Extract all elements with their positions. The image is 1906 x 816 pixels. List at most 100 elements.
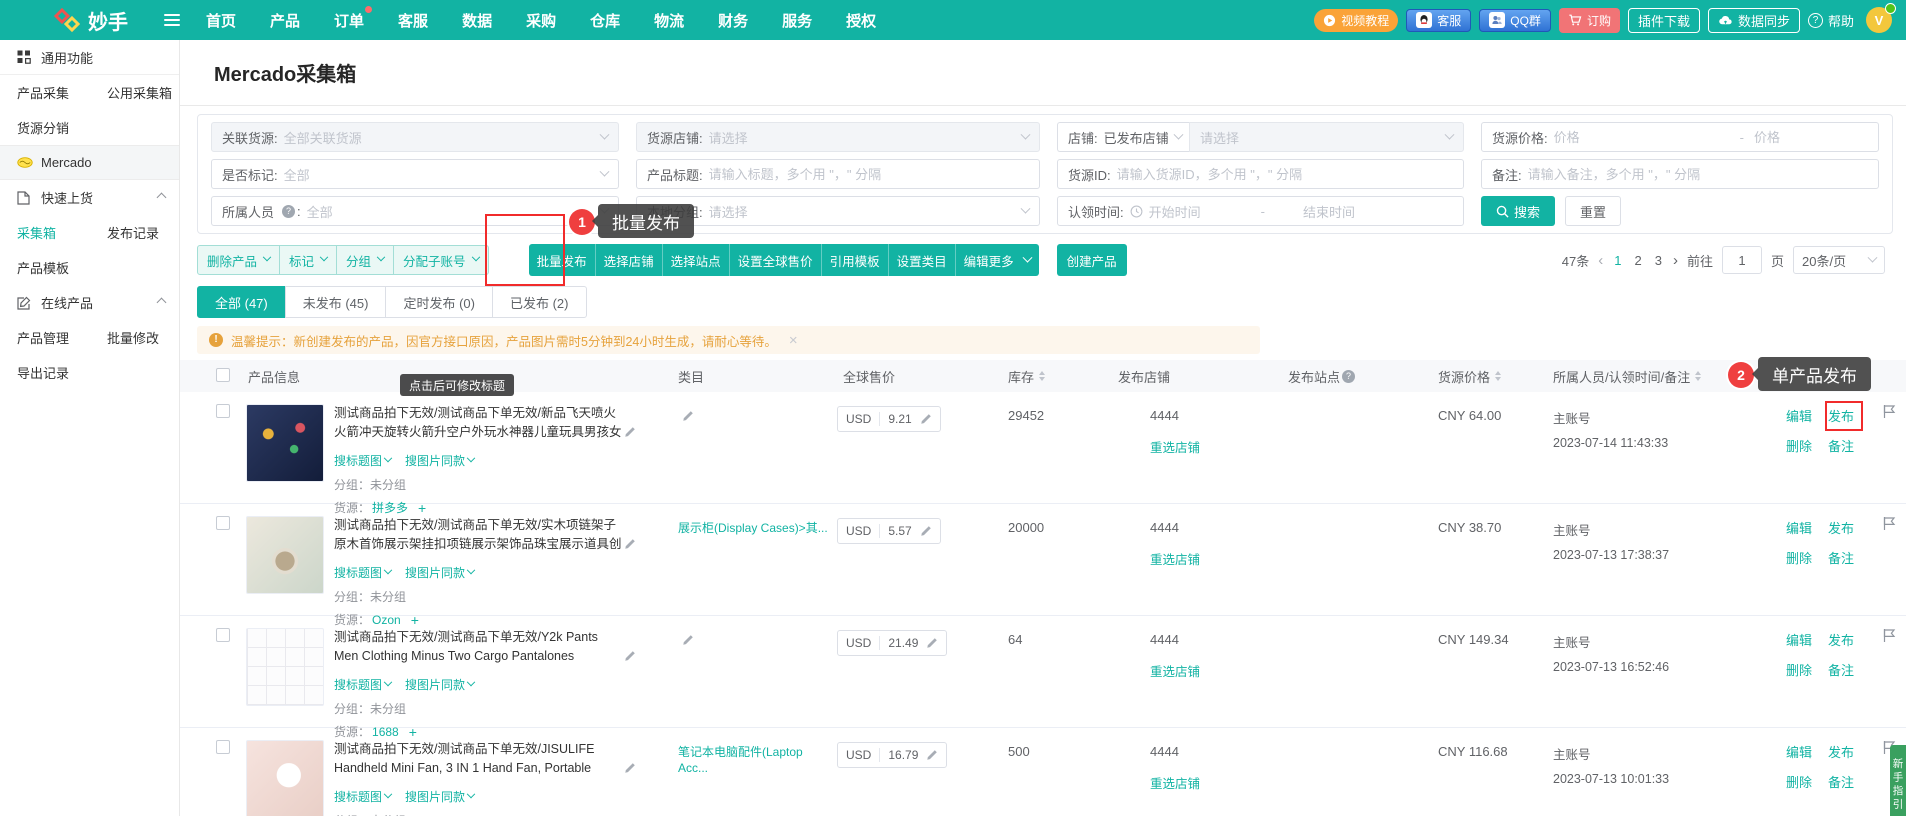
flag-icon[interactable]: [1882, 628, 1906, 643]
price-min-input[interactable]: [1554, 130, 1730, 145]
select-site-button[interactable]: 选择站点: [663, 244, 730, 276]
global-price-box[interactable]: USD 16.79: [837, 742, 947, 768]
search-by-title-link[interactable]: 搜标题图: [334, 452, 391, 469]
source-price-range[interactable]: 货源价格: - 元: [1481, 122, 1879, 152]
edit-title-icon[interactable]: [624, 426, 636, 438]
remark-field[interactable]: 备注:: [1481, 159, 1879, 189]
remark-link[interactable]: 备注: [1828, 548, 1854, 567]
sort-icon[interactable]: [1495, 371, 1501, 381]
product-image[interactable]: [246, 404, 324, 482]
remark-link[interactable]: 备注: [1828, 660, 1854, 679]
reselect-shop-link[interactable]: 重选店铺: [1150, 549, 1280, 568]
nav-item-warehouse[interactable]: 仓库: [590, 10, 620, 31]
nav-item-purchase[interactable]: 采购: [526, 10, 556, 31]
sidebar-section-general[interactable]: 通用功能: [0, 40, 179, 75]
edit-category-icon[interactable]: [682, 410, 835, 422]
delete-link[interactable]: 删除: [1786, 772, 1812, 791]
row-checkbox[interactable]: [216, 404, 230, 418]
edit-link[interactable]: 编辑: [1786, 406, 1812, 425]
delete-link[interactable]: 删除: [1786, 660, 1812, 679]
video-tutorial-button[interactable]: 视频教程: [1314, 9, 1398, 32]
goto-page-input[interactable]: [1722, 246, 1762, 274]
page-size-select[interactable]: 20条/页: [1793, 246, 1885, 274]
search-button[interactable]: 搜索: [1481, 196, 1555, 226]
data-sync-button[interactable]: 数据同步: [1708, 8, 1800, 33]
category-link[interactable]: 笔记本电脑配件(Laptop Acc...: [678, 744, 828, 776]
delete-link[interactable]: 删除: [1786, 548, 1812, 567]
local-group-select[interactable]: 本地分组: 请选择: [636, 196, 1040, 226]
search-by-title-link[interactable]: 搜标题图: [334, 788, 391, 805]
sidebar-item-product-template[interactable]: 产品模板: [0, 250, 179, 285]
publish-link[interactable]: 发布: [1828, 742, 1854, 761]
sidebar-section-online-products[interactable]: 在线产品: [0, 285, 179, 320]
shop-type-select[interactable]: 店铺: 已发布店铺: [1057, 122, 1189, 152]
group-button[interactable]: 分组: [336, 245, 394, 275]
chevron-up-icon[interactable]: [157, 193, 167, 203]
tab-all[interactable]: 全部 (47): [197, 286, 286, 318]
search-by-image-link[interactable]: 搜图片同款: [405, 788, 474, 805]
sort-icon[interactable]: [1695, 371, 1701, 381]
tab-published[interactable]: 已发布 (2): [492, 286, 587, 318]
row-checkbox[interactable]: [216, 740, 230, 754]
menu-toggle-icon[interactable]: [164, 14, 180, 26]
delete-product-button[interactable]: 删除产品: [197, 245, 280, 275]
header-source-price-sortable[interactable]: 货源价格: [1430, 367, 1545, 386]
edit-link[interactable]: 编辑: [1786, 518, 1812, 537]
flag-icon[interactable]: [1882, 404, 1906, 419]
header-stock-sortable[interactable]: 库存: [1000, 367, 1110, 386]
row-checkbox[interactable]: [216, 628, 230, 642]
search-by-title-link[interactable]: 搜标题图: [334, 676, 391, 693]
set-global-price-button[interactable]: 设置全球售价: [730, 244, 822, 276]
remark-input[interactable]: [1528, 167, 1868, 182]
prev-page-arrow[interactable]: ‹: [1598, 252, 1603, 269]
qq-group-button[interactable]: QQ群: [1479, 9, 1551, 32]
flag-icon[interactable]: [1882, 516, 1906, 531]
reset-button[interactable]: 重置: [1565, 196, 1621, 226]
edit-price-icon[interactable]: [926, 749, 938, 761]
product-title[interactable]: 测试商品拍下无效/测试商品下单无效/Y2k Pants Men Clothing…: [334, 628, 622, 666]
edit-link[interactable]: 编辑: [1786, 742, 1812, 761]
source-id-input[interactable]: [1117, 167, 1453, 182]
nav-item-services[interactable]: 服务: [782, 10, 812, 31]
product-title[interactable]: 测试商品拍下无效/测试商品下单无效/JISULIFE Handheld Mini…: [334, 740, 622, 778]
nav-item-orders[interactable]: 订单: [334, 10, 364, 31]
global-price-box[interactable]: USD 5.57: [837, 518, 941, 544]
product-title[interactable]: 测试商品拍下无效/测试商品下单无效/实木项链架子原木首饰展示架挂扣项链展示架饰品…: [334, 516, 622, 554]
source-shop-select[interactable]: 货源店铺: 请选择: [636, 122, 1040, 152]
product-title-input[interactable]: [709, 167, 1029, 182]
nav-item-home[interactable]: 首页: [206, 10, 236, 31]
category-link[interactable]: 展示柜(Display Cases)>其...: [678, 520, 828, 536]
nav-item-logistics[interactable]: 物流: [654, 10, 684, 31]
page-number-3[interactable]: 3: [1653, 253, 1664, 268]
publish-link[interactable]: 发布: [1828, 518, 1854, 537]
related-source-select[interactable]: 关联货源: 全部关联货源: [211, 122, 619, 152]
page-number-1[interactable]: 1: [1612, 253, 1623, 268]
remark-link[interactable]: 备注: [1828, 436, 1854, 455]
select-shop-button[interactable]: 选择店铺: [596, 244, 663, 276]
sort-icon[interactable]: [1039, 371, 1045, 381]
edit-title-icon[interactable]: [624, 650, 636, 662]
sidebar-item-export-record[interactable]: 导出记录: [0, 355, 179, 390]
sidebar-section-quick-listing[interactable]: 快速上货: [0, 180, 179, 215]
edit-title-icon[interactable]: [624, 762, 636, 774]
select-all-checkbox[interactable]: [216, 368, 230, 382]
nav-item-customer-service[interactable]: 客服: [398, 10, 428, 31]
create-product-button[interactable]: 创建产品: [1057, 244, 1127, 276]
page-number-2[interactable]: 2: [1633, 253, 1644, 268]
reselect-shop-link[interactable]: 重选店铺: [1150, 437, 1280, 456]
publish-link[interactable]: 发布: [1828, 630, 1854, 649]
global-price-box[interactable]: USD 9.21: [837, 406, 941, 432]
product-image[interactable]: [246, 516, 324, 594]
assign-subaccount-button[interactable]: 分配子账号: [393, 245, 489, 275]
sidebar-section-mercado[interactable]: Mercado: [0, 145, 179, 180]
help-button[interactable]: ? 帮助: [1808, 11, 1854, 30]
newbie-guide-tab[interactable]: 新手指引: [1890, 745, 1906, 816]
search-by-title-link[interactable]: 搜标题图: [334, 564, 391, 581]
tab-scheduled[interactable]: 定时发布 (0): [385, 286, 493, 318]
app-logo[interactable]: 妙手: [54, 6, 128, 35]
row-checkbox[interactable]: [216, 516, 230, 530]
product-image[interactable]: [246, 628, 324, 706]
edit-price-icon[interactable]: [920, 525, 932, 537]
sidebar-item-supply-distribution[interactable]: 货源分销: [0, 110, 179, 145]
global-price-box[interactable]: USD 21.49: [837, 630, 947, 656]
